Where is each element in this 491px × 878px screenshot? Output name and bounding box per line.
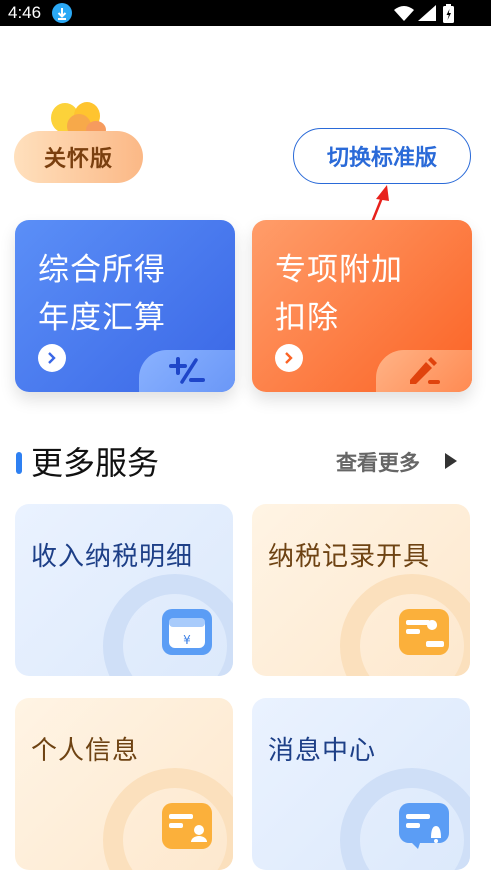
wallet-yen-icon: ¥ bbox=[162, 609, 212, 655]
service-tile-personal-info[interactable]: 个人信息 bbox=[15, 698, 233, 870]
tile-label: 个人信息 bbox=[31, 736, 140, 766]
triangle-right-icon[interactable] bbox=[444, 452, 458, 470]
chevron-right-icon[interactable] bbox=[38, 344, 66, 372]
chevron-right-icon[interactable] bbox=[275, 344, 303, 372]
annual-reconciliation-card[interactable]: 综合所得 年度汇算 bbox=[15, 220, 235, 392]
special-deduction-card[interactable]: 专项附加 扣除 bbox=[252, 220, 472, 392]
switch-standard-version-button[interactable]: 切换标准版 bbox=[293, 128, 471, 184]
pen-icon bbox=[376, 350, 472, 392]
svg-text:¥: ¥ bbox=[183, 633, 191, 647]
battery-icon bbox=[443, 4, 454, 28]
tile-label: 收入纳税明细 bbox=[31, 542, 194, 572]
status-bar: 4:46 bbox=[0, 0, 491, 26]
section-title: 更多服务 bbox=[31, 444, 160, 482]
card-title-line1: 综合所得 bbox=[38, 252, 166, 288]
id-card-icon bbox=[162, 803, 212, 849]
care-mode-area: 关怀版 bbox=[14, 101, 146, 185]
plus-minus-icon bbox=[139, 350, 235, 392]
service-tile-tax-record[interactable]: 纳税记录开具 bbox=[252, 504, 470, 676]
card-title-line1: 专项附加 bbox=[275, 252, 403, 288]
card-title-line2: 年度汇算 bbox=[38, 300, 166, 336]
view-more-link[interactable]: 查看更多 bbox=[336, 447, 420, 477]
signal-icon bbox=[418, 5, 436, 26]
wifi-icon bbox=[394, 5, 414, 26]
stamp-card-icon bbox=[399, 609, 449, 655]
care-mode-badge[interactable]: 关怀版 bbox=[14, 131, 143, 183]
service-tile-income-tax-detail[interactable]: 收入纳税明细 ¥ bbox=[15, 504, 233, 676]
status-time: 4:46 bbox=[8, 3, 42, 22]
section-indicator bbox=[16, 452, 22, 474]
tile-label: 纳税记录开具 bbox=[268, 542, 431, 572]
tile-label: 消息中心 bbox=[268, 736, 377, 766]
card-title-line2: 扣除 bbox=[275, 300, 339, 336]
download-icon bbox=[52, 3, 72, 23]
message-bell-icon bbox=[399, 803, 449, 849]
service-tile-message-center[interactable]: 消息中心 bbox=[252, 698, 470, 870]
